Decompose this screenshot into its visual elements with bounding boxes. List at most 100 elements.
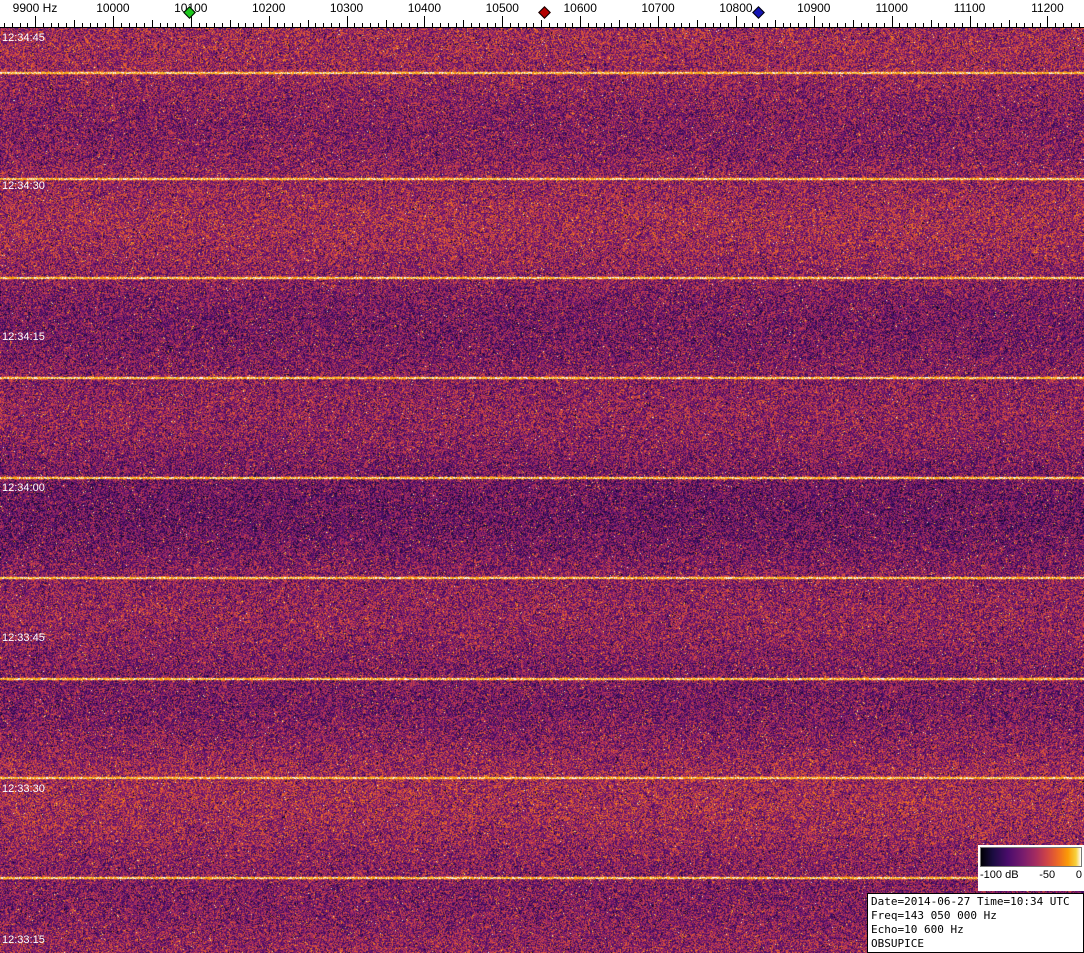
ruler-tick <box>704 23 706 27</box>
ruler-tick <box>681 23 683 27</box>
ruler-tick <box>751 23 753 27</box>
ruler-tick <box>1016 23 1018 27</box>
ruler-frequency-label: 11000 <box>875 1 908 15</box>
ruler-tick <box>961 23 963 27</box>
ruler-tick <box>891 16 893 27</box>
ruler-tick <box>362 23 364 27</box>
ruler-tick <box>1078 23 1080 27</box>
ruler-frequency-label: 10600 <box>563 1 597 15</box>
ruler-tick <box>564 23 566 27</box>
ruler-tick <box>206 23 208 27</box>
ruler-tick <box>658 16 659 27</box>
ruler-tick <box>221 23 223 27</box>
ruler-frequency-label: 10500 <box>485 1 519 15</box>
ruler-tick <box>299 23 301 27</box>
waterfall-canvas[interactable] <box>0 28 1084 953</box>
ruler-tick <box>502 16 504 27</box>
info-echo-line: Echo=10 600 Hz <box>871 923 964 936</box>
ruler-tick <box>790 23 792 27</box>
ruler-tick <box>237 23 239 27</box>
ruler-frequency-label: 10400 <box>407 1 442 15</box>
ruler-tick <box>260 23 262 27</box>
ruler-tick <box>837 23 839 27</box>
ruler-tick <box>907 23 909 27</box>
ruler-tick <box>19 23 21 27</box>
marker-diamond-red[interactable] <box>537 6 551 19</box>
ruler-tick <box>128 23 130 27</box>
ruler-tick <box>1070 23 1072 27</box>
ruler-tick <box>338 23 340 27</box>
ruler-tick <box>595 23 597 27</box>
ruler-tick <box>619 20 621 27</box>
info-freq-line: Freq=143 050 000 Hz <box>871 909 997 922</box>
ruler-tick <box>510 23 512 27</box>
ruler-tick <box>1055 23 1057 27</box>
ruler-tick <box>572 23 574 27</box>
ruler-tick <box>245 23 247 27</box>
ruler-tick <box>1024 23 1025 27</box>
ruler-tick <box>735 16 737 27</box>
ruler-tick <box>580 16 582 27</box>
ruler-tick <box>276 23 278 27</box>
ruler-tick <box>50 23 52 27</box>
ruler-tick <box>642 23 644 27</box>
ruler-tick <box>440 23 441 27</box>
ruler-tick <box>806 23 807 27</box>
ruler-tick <box>478 23 480 27</box>
ruler-tick <box>292 23 293 27</box>
ruler-tick <box>844 23 846 27</box>
ruler-tick <box>408 23 410 27</box>
ruler-tick <box>759 23 761 27</box>
ruler-tick <box>424 16 426 27</box>
ruler-tick <box>1039 23 1041 27</box>
ruler-tick <box>253 23 255 27</box>
colorbar-legend: -100 dB -50 0 <box>978 845 1084 891</box>
ruler-tick <box>946 23 948 27</box>
ruler-tick <box>720 23 722 27</box>
ruler-tick <box>969 16 971 27</box>
ruler-tick <box>533 23 535 27</box>
ruler-tick <box>323 23 325 27</box>
ruler-frequency-label: 10300 <box>329 1 364 15</box>
ruler-tick <box>767 23 769 27</box>
ruler-tick <box>813 16 815 27</box>
marker-diamond-blue[interactable] <box>751 6 765 19</box>
ruler-tick <box>634 23 636 27</box>
colorbar-min-label: -100 dB <box>980 869 1019 881</box>
spectrogram-waterfall-window: 9900 Hz100001010010200103001040010500106… <box>0 0 1084 953</box>
ruler-tick <box>954 23 955 27</box>
ruler-tick <box>782 23 784 27</box>
ruler-tick <box>860 23 862 27</box>
frequency-ruler[interactable]: 9900 Hz100001010010200103001040010500106… <box>0 0 1084 28</box>
ruler-tick <box>1031 23 1033 27</box>
ruler-tick <box>214 23 216 27</box>
ruler-tick <box>183 23 184 27</box>
ruler-tick <box>447 23 449 27</box>
ruler-tick <box>42 23 44 27</box>
ruler-tick <box>97 23 99 27</box>
ruler-frequency-label: 10700 <box>641 1 675 15</box>
ruler-tick <box>728 23 730 27</box>
ruler-tick <box>3 23 5 27</box>
ruler-tick <box>486 23 488 27</box>
ruler-tick <box>385 20 387 27</box>
ruler-tick <box>798 23 800 27</box>
ruler-frequency-label: 10200 <box>252 1 286 15</box>
ruler-tick <box>915 23 916 27</box>
ruler-tick <box>229 20 231 27</box>
ruler-tick <box>463 20 465 27</box>
ruler-tick <box>284 23 286 27</box>
station-info-box: Date=2014-06-27 Time=10:34 UTC Freq=143 … <box>867 893 1084 953</box>
ruler-tick <box>876 23 878 27</box>
ruler-tick <box>81 23 83 27</box>
ruler-tick <box>930 20 932 27</box>
ruler-tick <box>268 16 270 27</box>
ruler-tick <box>587 23 589 27</box>
ruler-tick <box>11 23 13 27</box>
ruler-tick <box>331 23 332 27</box>
ruler-tick <box>432 23 434 27</box>
ruler-tick <box>144 23 146 27</box>
ruler-tick <box>712 23 714 27</box>
ruler-frequency-label: 11100 <box>953 1 986 15</box>
ruler-tick <box>455 23 457 27</box>
